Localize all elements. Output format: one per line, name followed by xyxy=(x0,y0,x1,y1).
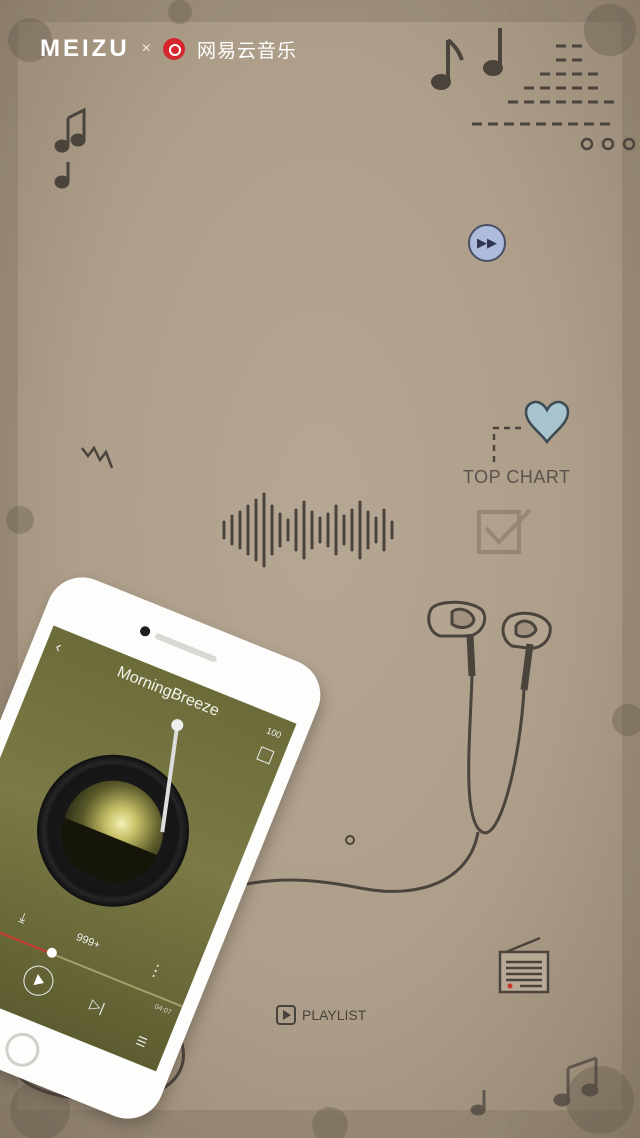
album-cover xyxy=(47,765,179,896)
playlist-menu-icon[interactable]: ☰ xyxy=(134,1033,149,1050)
waveform-icon xyxy=(222,492,394,568)
equalizer-icon xyxy=(472,44,614,126)
phone-camera xyxy=(138,624,152,638)
poster: MEIZU × 网易云音乐 ▶▶ TOP CHART PLAYLIST ‹ Mo… xyxy=(0,0,640,1138)
download-icon[interactable]: ⤓ xyxy=(17,909,29,927)
song-title: MorningBreeze xyxy=(114,663,222,720)
music-note-icon xyxy=(431,28,503,90)
playlist-link[interactable]: PLAYLIST xyxy=(276,1005,366,1025)
comments-icon[interactable]: 999+ xyxy=(74,931,101,951)
home-button[interactable] xyxy=(0,1027,45,1072)
fast-forward-icon: ▶▶ xyxy=(477,235,497,250)
progress-knob[interactable] xyxy=(44,946,58,960)
play-box-icon xyxy=(276,1005,296,1025)
checkbox-icon xyxy=(477,508,532,554)
playlist-label: PLAYLIST xyxy=(302,1007,367,1023)
radio-icon xyxy=(498,936,550,994)
fast-forward-button[interactable]: ▶▶ xyxy=(468,224,506,262)
top-chart-label[interactable]: TOP CHART xyxy=(463,467,571,488)
heart-icon xyxy=(524,400,570,445)
phone-speaker xyxy=(154,632,218,663)
tonearm-pivot xyxy=(169,717,186,733)
squiggle-icon xyxy=(81,445,114,469)
next-track-icon[interactable]: ▷| xyxy=(88,996,107,1017)
play-button[interactable] xyxy=(18,961,58,1001)
more-icon[interactable]: ⋮ xyxy=(144,959,166,984)
music-note-icon xyxy=(470,1056,599,1116)
progress-track[interactable] xyxy=(0,907,183,1008)
vinyl-record xyxy=(14,731,212,930)
music-note-icon xyxy=(54,107,86,189)
concert-crowd xyxy=(47,817,158,896)
duration-time: 04:07 xyxy=(153,1003,173,1017)
dots-icon xyxy=(580,137,636,151)
share-icon[interactable] xyxy=(256,746,275,765)
